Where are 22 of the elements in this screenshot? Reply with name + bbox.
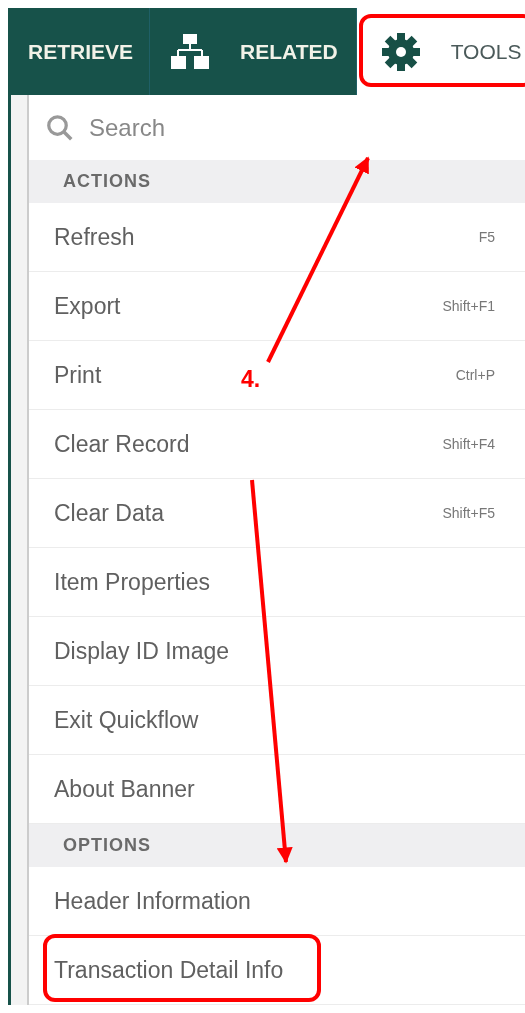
- step-label: 4.: [241, 366, 261, 393]
- menu-item[interactable]: Display ID Image: [29, 617, 525, 686]
- search-field[interactable]: Search: [29, 95, 525, 160]
- menu-item[interactable]: Header Information: [29, 867, 525, 936]
- menu-item[interactable]: Export Shift+F1: [29, 272, 525, 341]
- shortcut-text: Shift+F4: [442, 436, 495, 452]
- menu-item[interactable]: Refresh F5: [29, 203, 525, 272]
- search-icon: [45, 113, 75, 143]
- shortcut-text: F5: [478, 229, 495, 245]
- menu-item[interactable]: Clear Data Shift+F5: [29, 479, 525, 548]
- shortcut-text: Ctrl+P: [455, 367, 495, 383]
- tab[interactable]: TOOLS: [356, 8, 525, 95]
- menu-item[interactable]: Exit Quickflow: [29, 686, 525, 755]
- section-heading: OPTIONS: [63, 835, 151, 856]
- shortcut-text: Shift+F1: [442, 298, 495, 314]
- shortcut-text: Shift+F5: [442, 505, 495, 521]
- gear-icon: [380, 31, 421, 72]
- menu-item[interactable]: Item Properties: [29, 548, 525, 617]
- hierarchy-icon: [170, 31, 211, 72]
- section-heading: ACTIONS: [63, 171, 151, 192]
- menu-item[interactable]: Transaction Detail Info: [29, 936, 525, 1005]
- menu-item[interactable]: Clear Record Shift+F4: [29, 410, 525, 479]
